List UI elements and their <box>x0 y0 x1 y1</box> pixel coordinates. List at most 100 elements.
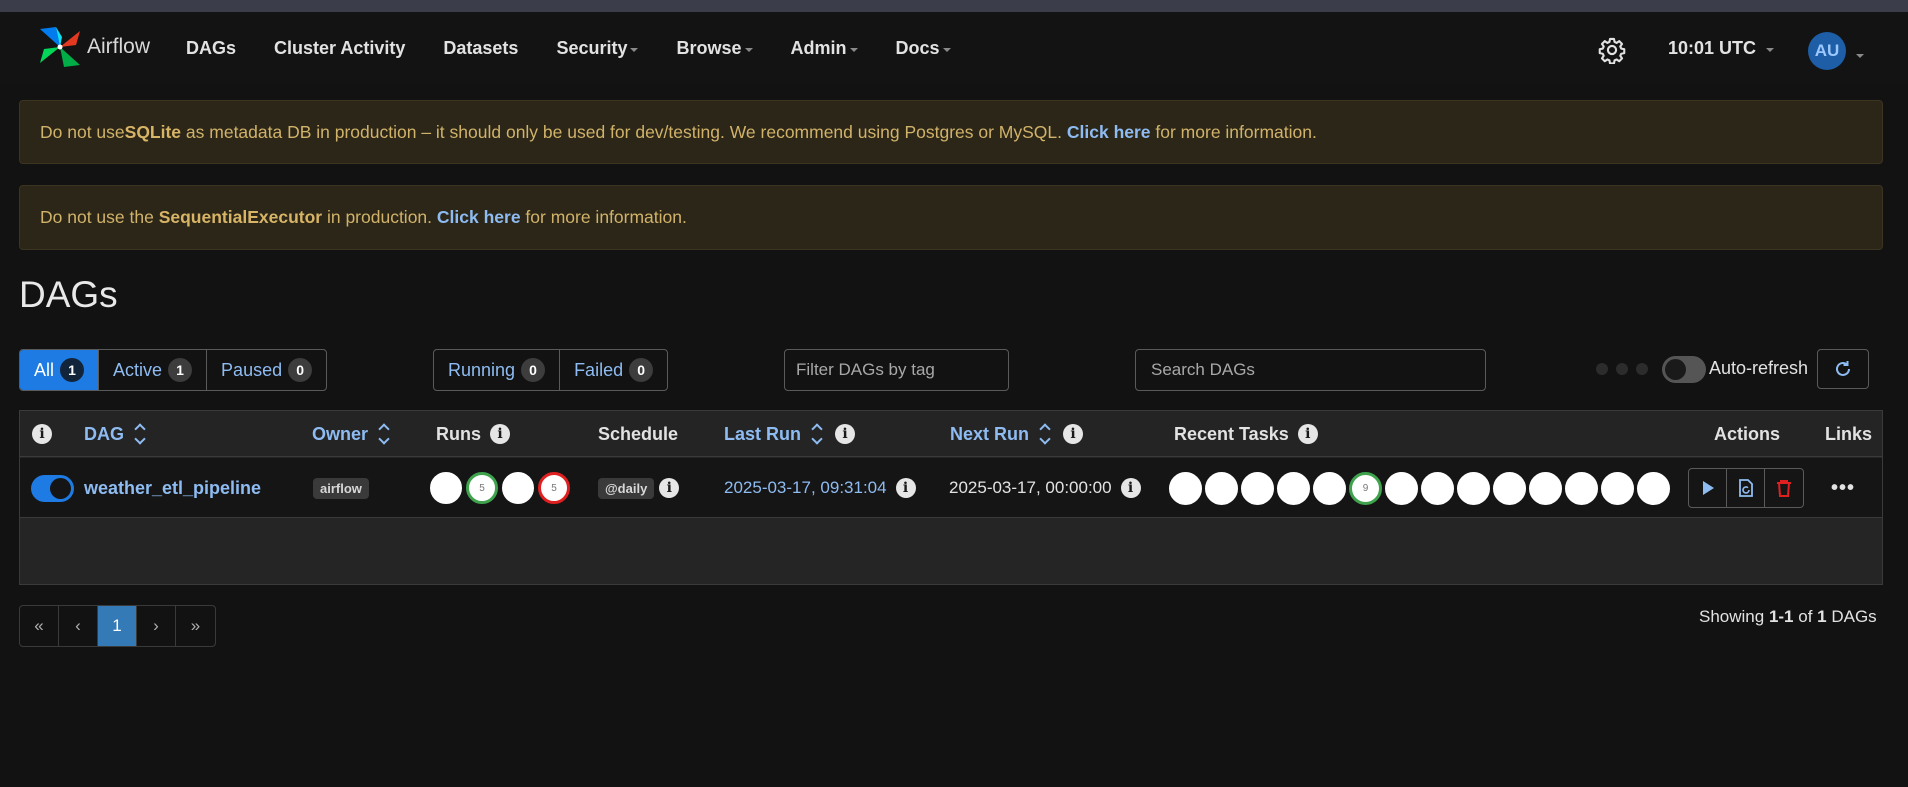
info-icon[interactable]: i <box>1063 424 1084 444</box>
filter-active-button[interactable]: Active 1 <box>99 350 208 390</box>
info-icon[interactable]: i <box>32 424 52 444</box>
filter-label: Active <box>113 359 163 380</box>
task-state-circle[interactable] <box>1277 471 1310 505</box>
refresh-button[interactable] <box>1817 349 1869 389</box>
task-state-circle[interactable] <box>1385 471 1418 505</box>
task-state-circle[interactable] <box>1457 471 1490 505</box>
run-state-success[interactable]: 5 <box>466 472 498 504</box>
sort-icon <box>134 423 146 445</box>
trash-icon <box>1777 480 1791 497</box>
info-icon[interactable]: i <box>835 424 856 444</box>
task-state-circle[interactable] <box>1529 471 1562 505</box>
showing-count: Showing 1-1 of 1 DAGs <box>1699 607 1877 627</box>
showing-total: 1 <box>1817 607 1827 626</box>
alert-link[interactable]: Click here <box>1067 122 1151 143</box>
clock-dropdown[interactable]: 10:01 UTC <box>1668 38 1775 59</box>
th-owner[interactable]: Owner <box>312 411 390 457</box>
sort-icon <box>811 423 823 445</box>
nav-cluster-activity[interactable]: Cluster Activity <box>274 38 405 59</box>
nav-security[interactable]: Security <box>556 38 639 59</box>
info-icon[interactable]: i <box>490 424 510 444</box>
pause-toggle[interactable] <box>31 474 74 502</box>
task-state-circle[interactable] <box>1421 471 1454 505</box>
showing-text: DAGs <box>1826 607 1877 626</box>
task-state-circle[interactable] <box>1565 471 1598 505</box>
filter-failed-button[interactable]: Failed 0 <box>560 350 667 390</box>
auto-refresh-toggle[interactable] <box>1662 356 1706 383</box>
owner-tag[interactable]: airflow <box>313 477 369 499</box>
more-links-icon[interactable]: ••• <box>1831 477 1855 500</box>
th-label: Actions <box>1714 423 1781 444</box>
navbar: Airflow DAGs Cluster Activity Datasets S… <box>0 12 1908 85</box>
task-state-circle[interactable] <box>1493 471 1526 505</box>
actions-group <box>1688 468 1804 508</box>
delete-dag-button[interactable] <box>1765 469 1803 507</box>
gear-icon[interactable] <box>1598 36 1626 64</box>
nav-docs-label: Docs <box>895 38 940 58</box>
nav-docs[interactable]: Docs <box>896 38 951 59</box>
alert-text: as metadata DB in production – it should… <box>181 121 1067 142</box>
task-state-circle[interactable] <box>1637 471 1670 505</box>
alert-link[interactable]: Click here <box>437 207 521 228</box>
nav-datasets[interactable]: Datasets <box>443 38 518 59</box>
th-schedule: Schedule <box>598 411 678 457</box>
dags-table: i DAG Owner Runs i Schedule Last Run i Nex… <box>19 410 1883 585</box>
trigger-dag-button[interactable] <box>1689 469 1727 507</box>
toggle-knob <box>50 477 71 499</box>
search-input[interactable]: Search DAGs <box>1135 349 1486 391</box>
filter-label: Running <box>448 359 516 380</box>
info-icon[interactable]: i <box>1120 478 1141 498</box>
run-state-queued[interactable] <box>430 472 462 504</box>
main-nav: DAGs Cluster Activity Datasets Security … <box>186 12 989 85</box>
info-icon[interactable]: i <box>895 478 916 498</box>
pause-toggle-cell <box>31 458 74 518</box>
brand[interactable]: Airflow <box>36 22 150 72</box>
alert-text: Do not use the <box>40 207 159 227</box>
page-first-button[interactable]: « <box>20 606 59 646</box>
executor-warning-alert: Do not use the SequentialExecutor in pro… <box>19 185 1883 250</box>
page-next-button[interactable]: › <box>137 606 176 646</box>
nav-admin[interactable]: Admin <box>791 38 858 59</box>
loading-dot <box>1636 363 1648 375</box>
showing-text: of <box>1793 607 1818 626</box>
task-state-circle[interactable] <box>1241 471 1274 505</box>
task-state-circle[interactable] <box>1601 471 1634 505</box>
info-icon[interactable]: i <box>1297 424 1318 444</box>
run-state-failed[interactable]: 5 <box>538 472 570 504</box>
dag-link[interactable]: weather_etl_pipeline <box>84 478 261 499</box>
chevron-down-icon <box>1766 48 1775 52</box>
filter-running-button[interactable]: Running 0 <box>434 350 561 390</box>
filter-paused-button[interactable]: Paused 0 <box>207 350 326 390</box>
tag-filter-input[interactable]: Filter DAGs by tag <box>784 349 1009 391</box>
info-icon[interactable]: i <box>659 478 680 498</box>
nav-dags[interactable]: DAGs <box>186 38 236 59</box>
task-state-circle[interactable]: 9 <box>1349 471 1382 505</box>
showing-range: 1-1 <box>1768 607 1794 626</box>
task-state-circle[interactable] <box>1313 471 1346 505</box>
sort-icon <box>1039 423 1051 445</box>
last-run-link[interactable]: 2025-03-17, 09:31:04 <box>724 478 887 498</box>
links-cell: ••• <box>1831 458 1855 518</box>
avatar[interactable]: AU <box>1808 32 1846 70</box>
chevron-down-icon <box>744 48 753 52</box>
next-run-cell: 2025-03-17, 00:00:00 i <box>949 458 1141 518</box>
run-state-running[interactable] <box>502 472 534 504</box>
th-last-run[interactable]: Last Run i <box>724 411 856 457</box>
alert-text: for more information. <box>1150 121 1317 142</box>
pagination: « ‹ 1 › » <box>19 605 216 647</box>
alert-text: in production. <box>322 207 437 227</box>
page-last-button[interactable]: » <box>176 606 215 646</box>
clock-label: 10:01 UTC <box>1668 38 1757 58</box>
th-dag[interactable]: DAG <box>84 411 146 457</box>
task-state-circle[interactable] <box>1205 471 1238 505</box>
refresh-dag-button[interactable] <box>1727 469 1765 507</box>
filter-label: All <box>34 359 55 380</box>
page-current-button[interactable]: 1 <box>98 606 137 646</box>
filter-all-button[interactable]: All 1 <box>20 350 100 390</box>
th-next-run[interactable]: Next Run i <box>950 411 1084 457</box>
task-state-circle[interactable] <box>1169 471 1202 505</box>
page-prev-button[interactable]: ‹ <box>59 606 98 646</box>
filter-label: Failed <box>574 359 624 380</box>
nav-browse[interactable]: Browse <box>676 38 753 59</box>
status-filter-group: All 1 Active 1 Paused 0 <box>19 349 328 391</box>
